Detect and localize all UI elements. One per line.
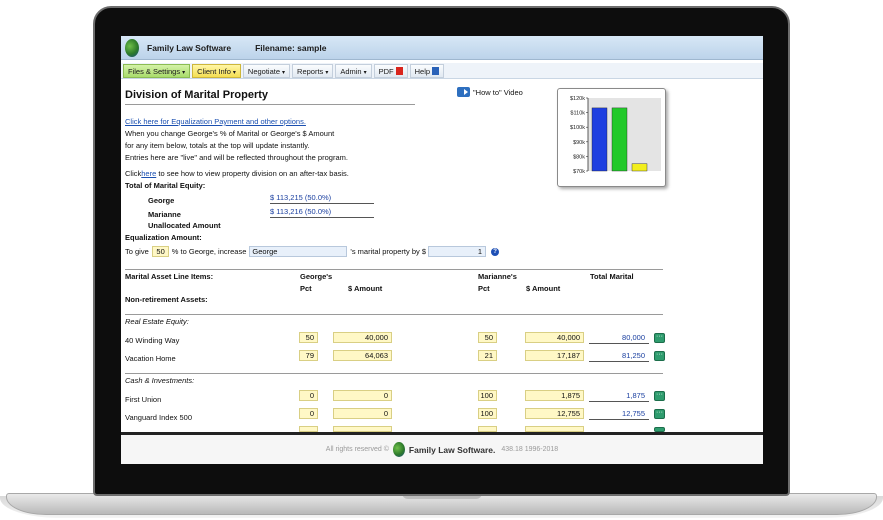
- app-screen: Family Law Software Filename: sample Fil…: [121, 36, 763, 464]
- chart-bar-unallocated: [631, 163, 648, 172]
- table-top-divider: [125, 269, 663, 270]
- click-prefix: Click: [125, 169, 142, 178]
- footer-brand: Family Law Software.: [408, 444, 496, 455]
- video-camera-icon: [457, 87, 470, 97]
- title-divider: [125, 104, 415, 105]
- info-line-1: When you change George's % of Marital or…: [125, 129, 335, 138]
- question-icon[interactable]: ?: [491, 247, 500, 256]
- marianne-label: Marianne: [148, 210, 181, 219]
- unallocated-label: Unallocated Amount: [148, 221, 221, 230]
- person-select[interactable]: George: [249, 246, 348, 257]
- pdf-icon: [395, 66, 403, 75]
- menu-pdf[interactable]: PDF: [373, 63, 408, 78]
- row-label: 40 Winding Way: [125, 336, 180, 345]
- top-bar: Family Law Software Filename: sample: [121, 36, 763, 60]
- equalization-link[interactable]: Click here for Equalization Payment and …: [125, 117, 306, 126]
- marianne-pct-input[interactable]: 50: [478, 332, 497, 343]
- row-label: Vacation Home: [125, 354, 176, 363]
- total-marital-equity-label: Total of Marital Equity:: [125, 181, 206, 190]
- george-pct-input[interactable]: 0: [299, 408, 318, 419]
- page-title: Division of Marital Property: [125, 89, 269, 101]
- info-line-2: for any item below, totals at the top wi…: [125, 141, 310, 150]
- row-label: Vanguard Index 500: [125, 413, 192, 422]
- col-george-amount: $ Amount: [348, 284, 383, 293]
- chart-tick-label: $70k: [573, 169, 585, 175]
- info-line-3: Entries here are "live" and will be refl…: [125, 153, 348, 162]
- chart-tick-label: $110k: [570, 111, 585, 117]
- row-details-button[interactable]: ···: [654, 391, 665, 401]
- footer-version: 438.18 1996-2018: [501, 446, 559, 453]
- george-pct-input[interactable]: 79: [299, 350, 318, 361]
- menu-admin[interactable]: Admin ▾: [335, 63, 372, 78]
- marianne-pct-input[interactable]: 100: [478, 390, 497, 401]
- section-divider: [125, 373, 663, 374]
- marianne-amount-input[interactable]: 1,875: [525, 390, 584, 401]
- chart-tick-label: $100k: [570, 125, 585, 131]
- marianne-pct-input[interactable]: 100: [478, 408, 497, 419]
- george-amount-input[interactable]: 40,000: [333, 332, 392, 343]
- section-real-estate: Real Estate Equity:: [125, 317, 189, 326]
- chart-tick-label: $80k: [573, 154, 585, 160]
- marital-chart: $120k $110k $100k $90k $80k $70k: [557, 88, 666, 187]
- footer-logo-icon: [392, 442, 405, 457]
- filename-label: Filename: sample: [255, 42, 327, 53]
- menu-bar: Files & Settings ▾ Client Info ▾ Negotiate…: [121, 63, 763, 79]
- marianne-pct-input[interactable]: 21: [478, 350, 497, 361]
- footer-rights: All rights reserved ©: [325, 446, 389, 453]
- equalization-row: To give 50 % to George, increase George …: [125, 246, 500, 257]
- george-pct-input[interactable]: 50: [299, 332, 318, 343]
- col-george-pct: Pct: [300, 284, 312, 293]
- col-total-marital: Total Marital: [590, 272, 634, 281]
- menu-negotiate[interactable]: Negotiate ▾: [242, 63, 291, 78]
- menu-files-settings[interactable]: Files & Settings ▾: [123, 63, 191, 78]
- non-retirement-label: Non-retirement Assets:: [125, 295, 208, 304]
- george-amount-input[interactable]: 0: [333, 408, 392, 419]
- chart-bar-marianne: [611, 107, 628, 172]
- row-total: 80,000: [589, 333, 649, 344]
- row-total: 12,755: [589, 409, 649, 420]
- row-total: 81,250: [589, 351, 649, 362]
- logo-icon: [125, 38, 139, 57]
- marianne-amount-input[interactable]: 40,000: [525, 332, 584, 343]
- row-label: First Union: [125, 395, 162, 404]
- menu-client-info[interactable]: Client Info ▾: [192, 63, 241, 78]
- equalization-label: Equalization Amount:: [125, 233, 202, 242]
- marianne-amount-input[interactable]: 12,755: [525, 408, 584, 419]
- help-icon: [432, 66, 440, 75]
- section-cash-investments: Cash & Investments:: [125, 376, 195, 385]
- brand-name: Family Law Software: [147, 42, 232, 53]
- menu-help[interactable]: Help: [409, 63, 445, 78]
- marianne-amount-input[interactable]: 17,187: [525, 350, 584, 361]
- howto-video-link[interactable]: "How to" Video: [457, 87, 523, 97]
- chart-svg: $120k $110k $100k $90k $80k $70k: [570, 96, 661, 175]
- col-marianne: Marianne's: [478, 272, 517, 281]
- row-details-button[interactable]: ···: [654, 351, 665, 361]
- row-details-button[interactable]: ···: [654, 333, 665, 343]
- george-amount-input[interactable]: 0: [333, 390, 392, 401]
- marianne-equity-value: $ 113,216 (50.0%): [270, 207, 374, 218]
- col-george: George's: [300, 272, 333, 281]
- col-marianne-amount: $ Amount: [526, 284, 561, 293]
- col-marianne-pct: Pct: [478, 284, 490, 293]
- menu-reports[interactable]: Reports ▾: [292, 63, 334, 78]
- george-pct-input[interactable]: 0: [299, 390, 318, 401]
- chart-tick-label: $90k: [573, 140, 585, 146]
- chart-bar-george: [591, 107, 608, 172]
- row-total: 1,875: [589, 391, 649, 402]
- click-suffix: to see how to view property division on …: [158, 169, 349, 178]
- col-line-items: Marital Asset Line Items:: [125, 272, 214, 281]
- after-tax-link[interactable]: here: [141, 169, 156, 178]
- george-label: George: [148, 196, 175, 205]
- george-equity-value: $ 113,215 (50.0%): [270, 193, 374, 204]
- section-divider: [125, 314, 663, 315]
- footer: All rights reserved © Family Law Softwar…: [121, 432, 763, 464]
- give-pct-input[interactable]: 50: [151, 246, 169, 257]
- give-amount-input[interactable]: 1: [428, 246, 487, 257]
- row-details-button[interactable]: ···: [654, 409, 665, 419]
- george-amount-input[interactable]: 64,063: [333, 350, 392, 361]
- chart-tick-label: $120k: [570, 96, 585, 102]
